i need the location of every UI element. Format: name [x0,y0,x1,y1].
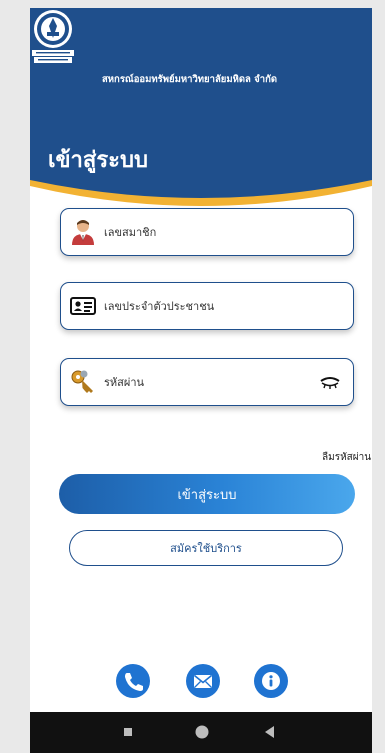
organization-name: สหกรณ์ออมทรัพย์มหาวิทยาลัยมหิดล จำกัด [102,74,277,85]
recent-apps-icon [124,728,132,736]
back-button[interactable] [250,712,290,753]
citizen-id-field[interactable] [60,282,354,330]
home-icon [195,725,209,739]
login-screen: สหกรณ์ออมทรัพย์มหาวิทยาลัยมหิดล จำกัด เข… [30,8,372,712]
phone-icon [125,673,143,691]
eye-closed-icon[interactable] [319,373,341,393]
email-button[interactable] [186,664,220,698]
back-icon [265,726,274,738]
member-number-field[interactable] [60,208,354,256]
page-title: เข้าสู่ระบบ [48,148,148,173]
forgot-password-link[interactable]: ลืมรหัสผ่าน ? [322,450,372,465]
header-background [30,8,372,206]
password-input[interactable] [104,371,304,393]
password-field[interactable] [60,358,354,406]
system-navigation-bar [30,712,372,753]
phone-screen: สหกรณ์ออมทรัพย์มหาวิทยาลัยมหิดล จำกัด เข… [0,0,385,753]
member-number-input[interactable] [104,221,304,243]
id-card-icon [70,297,96,315]
key-icon [71,370,93,393]
info-button[interactable] [254,664,288,698]
recent-apps-button[interactable] [108,712,148,753]
info-icon [262,672,280,690]
header-banner: สหกรณ์ออมทรัพย์มหาวิทยาลัยมหิดล จำกัด เข… [30,8,372,208]
phone-button[interactable] [116,664,150,698]
home-button[interactable] [182,712,222,753]
mahidol-seal-logo-icon [32,10,74,63]
citizen-id-input[interactable] [104,295,304,317]
login-button[interactable]: เข้าสู่ระบบ [59,474,355,514]
user-avatar-icon [72,220,94,245]
register-button[interactable]: สมัครใช้บริการ [69,530,343,566]
mail-icon [193,674,213,688]
